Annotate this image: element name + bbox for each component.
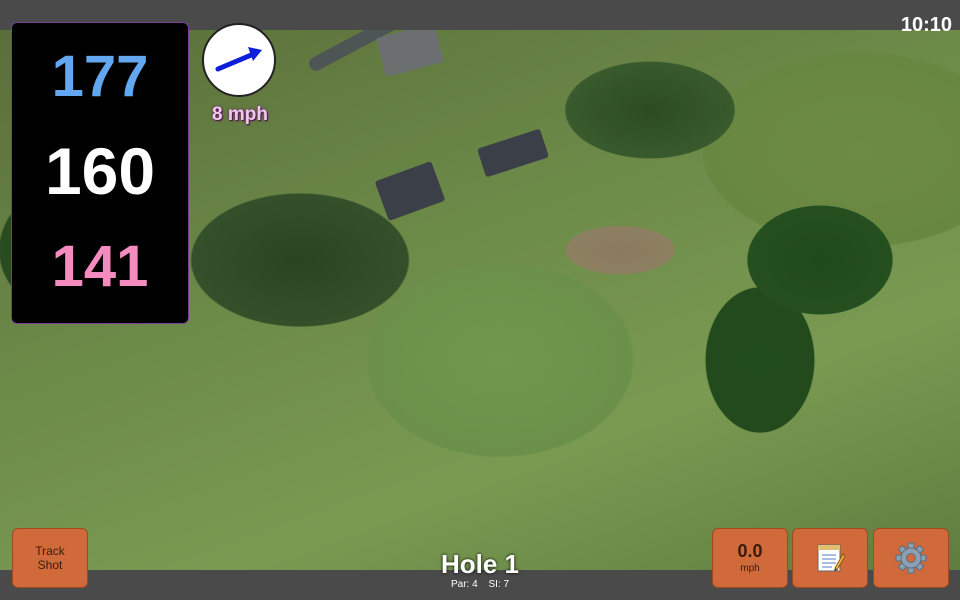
- front-distance: 141: [51, 234, 149, 299]
- speed-unit: mph: [740, 563, 760, 574]
- track-shot-label-line1: Track: [35, 544, 65, 558]
- hole-title: Hole 1: [440, 549, 520, 579]
- arrow-icon: [215, 47, 262, 72]
- notes-button[interactable]: [792, 528, 868, 588]
- gear-icon: [895, 542, 927, 574]
- hole-info: Hole 1 Par: 4 SI: 7: [400, 549, 560, 591]
- hole-si: SI: 7: [488, 579, 510, 590]
- settings-button[interactable]: [873, 528, 949, 588]
- middle-distance: 160: [44, 134, 156, 208]
- track-shot-button[interactable]: Track Shot: [12, 528, 88, 588]
- wind-speed: 8 mph: [212, 104, 268, 125]
- house: [476, 128, 550, 178]
- distance-panel: 177 160 141: [11, 22, 189, 324]
- hole-par: Par: 4: [450, 579, 478, 590]
- speed-button[interactable]: 0.0 mph: [712, 528, 788, 588]
- back-distance: 177: [51, 44, 149, 109]
- hole-details: Par: 4 SI: 7: [400, 579, 560, 591]
- speed-value: 0.0: [737, 541, 763, 561]
- house: [374, 161, 446, 221]
- notepad-icon: [817, 544, 845, 572]
- clock: 10:10: [900, 14, 952, 36]
- house: [375, 30, 445, 78]
- wind-indicator: [202, 23, 276, 97]
- track-shot-label-line2: Shot: [37, 558, 63, 572]
